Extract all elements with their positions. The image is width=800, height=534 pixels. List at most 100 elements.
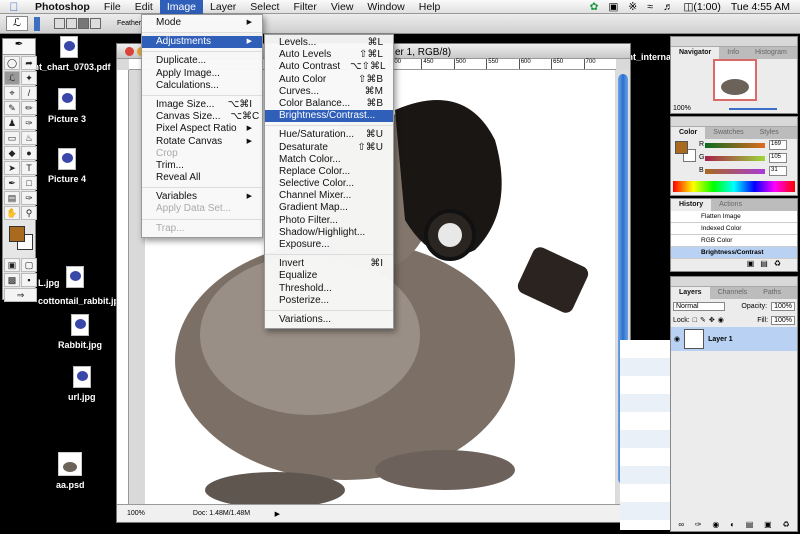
stamp-tool-icon[interactable]: ♟	[4, 116, 20, 130]
blue-slider[interactable]	[705, 169, 765, 174]
menu-item-adjustments[interactable]: Adjustments ▶	[142, 36, 262, 49]
tab-paths[interactable]: Paths	[755, 287, 789, 299]
bucket-tool-icon[interactable]: ♨	[21, 131, 37, 145]
healing-brush-tool-icon[interactable]: ✎	[4, 101, 20, 115]
menu-item-desaturate[interactable]: Desaturate ⇧⌘U	[265, 142, 393, 154]
subtract-selection-icon[interactable]	[78, 18, 89, 29]
notes-tool-icon[interactable]: ▤	[4, 191, 20, 205]
menu-view[interactable]: View	[324, 0, 361, 14]
visibility-eye-icon[interactable]: ◉	[674, 335, 680, 343]
desktop-icon-l-jpg[interactable]: L.jpg	[38, 278, 60, 288]
adjustment-layer-icon[interactable]: ◐	[730, 520, 735, 529]
menu-item-mode[interactable]: Mode ▶	[142, 17, 262, 29]
menu-image[interactable]: Image	[159, 0, 204, 14]
menu-item-brightness-contrast[interactable]: Brightness/Contrast...	[265, 110, 393, 123]
menu-edit[interactable]: Edit	[128, 0, 160, 14]
brush-tool-icon[interactable]: ✏	[21, 101, 37, 115]
zoom-level[interactable]: 100%	[127, 510, 145, 517]
lasso-tool-preset-icon[interactable]: ℒ	[6, 16, 28, 31]
layer-row[interactable]: ◉ Layer 1	[671, 327, 797, 351]
tab-actions[interactable]: Actions	[711, 199, 750, 211]
screen-mode-icon[interactable]: ▩	[4, 273, 20, 287]
menu-file[interactable]: File	[97, 0, 128, 14]
apple-menu-icon[interactable]: 	[0, 0, 28, 14]
new-document-icon[interactable]: ▣	[747, 259, 755, 268]
menu-item-selective-color[interactable]: Selective Color...	[265, 178, 393, 190]
lock-paint-icon[interactable]: ✎	[700, 316, 706, 324]
clock[interactable]: Tue 4:55 AM	[731, 1, 790, 13]
close-button[interactable]	[125, 46, 134, 56]
mask-icon[interactable]: ◉	[712, 520, 719, 529]
battery-status[interactable]: ◫(1:00)	[683, 1, 720, 13]
magic-wand-tool-icon[interactable]: ✦	[21, 71, 37, 85]
snapshot-icon[interactable]: ▤	[760, 259, 768, 268]
menu-filter[interactable]: Filter	[286, 0, 323, 14]
marquee-tool-icon[interactable]: ◯	[4, 56, 20, 70]
full-screen-icon[interactable]: ▪	[21, 273, 37, 287]
history-item[interactable]: RGB Color	[671, 235, 797, 247]
leaf-icon[interactable]: ✿	[590, 1, 599, 13]
menu-item-shadow-highlight[interactable]: Shadow/Highlight...	[265, 227, 393, 239]
menu-item-match-color[interactable]: Match Color...	[265, 154, 393, 166]
standard-mode-icon[interactable]: ▣	[4, 258, 20, 272]
status-menu-arrow-icon[interactable]: ▶	[275, 510, 280, 518]
delete-layer-icon[interactable]: ♻	[782, 520, 789, 529]
dodge-tool-icon[interactable]: ●	[21, 146, 37, 160]
menu-item-photo-filter[interactable]: Photo Filter...	[265, 215, 393, 227]
menu-select[interactable]: Select	[243, 0, 286, 14]
tab-info[interactable]: Info	[719, 47, 747, 59]
menu-item-image-size[interactable]: Image Size... ⌥⌘I	[142, 99, 262, 111]
new-selection-icon[interactable]	[54, 18, 65, 29]
history-item-selected[interactable]: Brightness/Contrast	[671, 247, 797, 259]
app-menu[interactable]: Photoshop	[28, 0, 97, 14]
tab-color[interactable]: Color	[671, 127, 706, 139]
shape-tool-icon[interactable]: □	[21, 176, 37, 190]
desktop-icon-jpeg[interactable]	[66, 266, 84, 292]
foreground-color-swatch[interactable]	[9, 226, 25, 242]
menu-item-apply-image[interactable]: Apply Image...	[142, 68, 262, 80]
tab-histogram[interactable]: Histogram	[747, 47, 795, 59]
lock-all-icon[interactable]: ◉	[718, 316, 724, 324]
menu-item-variables[interactable]: Variables ▶	[142, 191, 262, 203]
menu-item-pixel-aspect-ratio[interactable]: Pixel Aspect Ratio ▶	[142, 123, 262, 135]
color-spectrum[interactable]	[673, 181, 795, 192]
eyedropper-tool-icon[interactable]: ✑	[21, 191, 37, 205]
history-item[interactable]: Indexed Color	[671, 223, 797, 235]
menu-item-equalize[interactable]: Equalize	[265, 270, 393, 282]
menu-item-variations[interactable]: Variations...	[265, 314, 393, 326]
lock-move-icon[interactable]: ✥	[709, 316, 715, 324]
menu-item-replace-color[interactable]: Replace Color...	[265, 166, 393, 178]
crop-tool-icon[interactable]: ⌖	[4, 86, 20, 100]
opacity-input[interactable]: 100%	[771, 301, 795, 311]
menu-item-exposure[interactable]: Exposure...	[265, 239, 393, 251]
new-layer-icon[interactable]: ▣	[764, 520, 772, 529]
menu-item-gradient-map[interactable]: Gradient Map...	[265, 202, 393, 214]
pen-tool-icon[interactable]: ✒	[4, 176, 20, 190]
green-slider[interactable]	[705, 156, 765, 161]
menu-item-trim[interactable]: Trim...	[142, 160, 262, 172]
menu-item-auto-contrast[interactable]: Auto Contrast ⌥⇧⌘L	[265, 61, 393, 73]
menu-item-auto-color[interactable]: Auto Color ⇧⌘B	[265, 74, 393, 86]
volume-icon[interactable]: ♬	[663, 1, 674, 13]
eraser-tool-icon[interactable]: ▭	[4, 131, 20, 145]
menu-window[interactable]: Window	[360, 0, 411, 14]
menu-item-posterize[interactable]: Posterize...	[265, 295, 393, 307]
blur-tool-icon[interactable]: ◆	[4, 146, 20, 160]
desktop-icon-aa-psd[interactable]: aa.psd	[56, 452, 85, 490]
navigator-zoom-slider[interactable]	[729, 108, 777, 110]
menu-item-hue-saturation[interactable]: Hue/Saturation... ⌘U	[265, 129, 393, 141]
layer-name[interactable]: Layer 1	[708, 336, 733, 343]
desktop-icon-picture3[interactable]: Picture 3	[48, 88, 86, 124]
add-selection-icon[interactable]	[66, 18, 77, 29]
menu-item-auto-levels[interactable]: Auto Levels ⇧⌘L	[265, 49, 393, 61]
type-tool-icon[interactable]: T	[21, 161, 37, 175]
tab-styles[interactable]: Styles	[752, 127, 787, 139]
preset-dropdown[interactable]	[34, 16, 40, 31]
wifi-icon[interactable]: ≈	[647, 1, 653, 13]
move-tool-icon[interactable]: ➦	[21, 56, 37, 70]
hand-tool-icon[interactable]: ✋	[4, 206, 20, 220]
panel-titlebar[interactable]	[671, 277, 797, 287]
history-item[interactable]: Flatten Image	[671, 211, 797, 223]
tab-swatches[interactable]: Swatches	[705, 127, 751, 139]
jump-to-imageready-icon[interactable]: ⇒	[4, 288, 37, 302]
